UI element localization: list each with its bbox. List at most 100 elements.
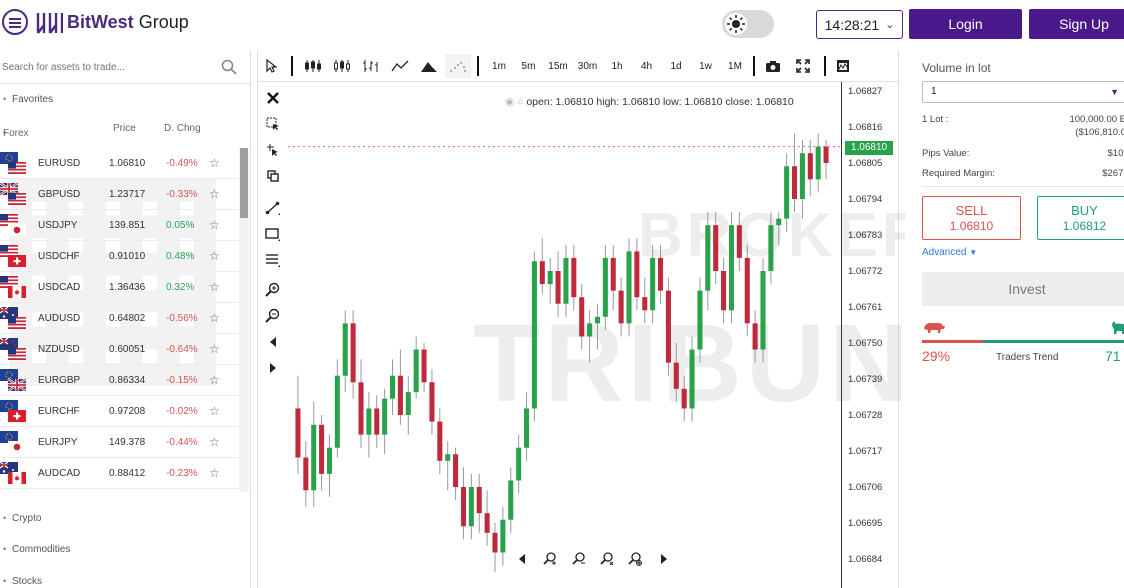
asset-row-usdchf[interactable]: USDCHF 0.91010 0.48% ☆: [0, 241, 240, 272]
copy-icon[interactable]: [260, 164, 286, 188]
candle[interactable]: [713, 212, 719, 285]
ohlc-bars-type-icon[interactable]: [358, 54, 384, 78]
search-input[interactable]: [2, 58, 212, 76]
candle[interactable]: [366, 392, 372, 458]
favorite-star-icon[interactable]: ☆: [209, 435, 220, 449]
candle[interactable]: [705, 212, 711, 311]
favorite-star-icon[interactable]: ☆: [209, 218, 220, 232]
candle[interactable]: [445, 441, 451, 491]
candle[interactable]: [823, 140, 829, 180]
sell-button[interactable]: SELL 1.06810: [922, 196, 1021, 240]
asset-row-nzdusd[interactable]: NZDUSD 0.60051 -0.64% ☆: [0, 334, 240, 365]
candle[interactable]: [303, 441, 309, 507]
candle[interactable]: [374, 395, 380, 448]
favorite-star-icon[interactable]: ☆: [209, 249, 220, 263]
candle[interactable]: [721, 257, 727, 324]
candle[interactable]: [579, 284, 585, 350]
candle[interactable]: [311, 401, 317, 507]
line-chart-type-icon[interactable]: [387, 54, 413, 78]
favorite-star-icon[interactable]: ☆: [209, 466, 220, 480]
candle[interactable]: [618, 277, 624, 337]
buy-button[interactable]: BUY 1.06812: [1037, 196, 1124, 240]
candle[interactable]: [784, 153, 790, 232]
candlestick-chart[interactable]: [258, 50, 898, 588]
zoom-select-icon[interactable]: [260, 112, 286, 136]
candle[interactable]: [681, 375, 687, 422]
candle[interactable]: [539, 238, 545, 294]
dots-chart-type-icon[interactable]: [445, 54, 471, 78]
scroll-right-icon[interactable]: [260, 356, 286, 380]
candle[interactable]: [563, 244, 569, 317]
candle[interactable]: [768, 212, 774, 285]
candle[interactable]: [342, 310, 348, 393]
scroll-left-icon[interactable]: [260, 330, 286, 354]
candle[interactable]: [508, 467, 514, 533]
eye-icon[interactable]: ◉ ○: [505, 96, 523, 108]
invest-button[interactable]: Invest: [922, 272, 1124, 306]
asset-row-usdcad[interactable]: USDCAD 1.36436 0.32% ☆: [0, 272, 240, 303]
candle[interactable]: [776, 212, 782, 245]
candle[interactable]: [610, 244, 616, 311]
group-stocks[interactable]: • Stocks: [0, 570, 248, 588]
candle[interactable]: [673, 343, 679, 402]
candle[interactable]: [382, 388, 388, 455]
camera-icon[interactable]: [761, 54, 785, 78]
candle[interactable]: [350, 310, 356, 399]
timeframe-button-1w[interactable]: 1w: [693, 54, 719, 78]
timeframe-button-5m[interactable]: 5m: [516, 54, 542, 78]
candle[interactable]: [500, 506, 506, 566]
candle[interactable]: [642, 277, 648, 324]
candle[interactable]: [421, 343, 427, 393]
candle[interactable]: [429, 369, 435, 435]
candle[interactable]: [326, 434, 332, 497]
volume-select[interactable]: 1 ▼: [922, 81, 1124, 103]
asset-row-audcad[interactable]: AUDCAD 0.88412 -0.23% ☆: [0, 458, 240, 489]
asset-row-eurjpy[interactable]: EURJPY 149.378 -0.44% ☆: [0, 427, 240, 458]
candle[interactable]: [358, 359, 364, 448]
candle[interactable]: [547, 257, 553, 304]
indicators-icon[interactable]: [832, 54, 854, 78]
candle[interactable]: [571, 244, 577, 311]
candle[interactable]: [650, 244, 656, 324]
asset-row-gbpusd[interactable]: GBPUSD 1.23717 -0.33% ☆: [0, 179, 240, 210]
candle[interactable]: [453, 447, 459, 501]
candle[interactable]: [752, 310, 758, 363]
timeframe-button-1m[interactable]: 1M: [722, 54, 748, 78]
timeframe-button-1d[interactable]: 1d: [663, 54, 689, 78]
candle[interactable]: [760, 257, 766, 363]
asset-row-eurgbp[interactable]: EURGBP 0.86334 -0.15% ☆: [0, 365, 240, 396]
favorite-star-icon[interactable]: ☆: [209, 404, 220, 418]
zoom-in-icon[interactable]: [541, 550, 559, 568]
crosshair-icon[interactable]: [260, 138, 286, 162]
candle[interactable]: [390, 359, 396, 415]
timeframe-button-1h[interactable]: 1h: [604, 54, 630, 78]
favorite-star-icon[interactable]: ☆: [209, 342, 220, 356]
candle[interactable]: [658, 244, 664, 304]
candle[interactable]: [602, 244, 608, 330]
advanced-toggle[interactable]: Advanced ▼: [922, 247, 977, 258]
candle[interactable]: [815, 133, 821, 193]
horizontal-lines-tool-icon[interactable]: [260, 248, 286, 272]
timeframe-button-4h[interactable]: 4h: [634, 54, 660, 78]
group-favorites[interactable]: • Favorites: [0, 88, 248, 110]
hamburger-menu-button[interactable]: [2, 9, 28, 35]
candle[interactable]: [476, 473, 482, 533]
rectangle-tool-icon[interactable]: [260, 222, 286, 246]
candle[interactable]: [792, 133, 798, 213]
timeframe-button-30m[interactable]: 30m: [575, 54, 601, 78]
candle[interactable]: [437, 408, 443, 474]
asset-row-eurusd[interactable]: EURUSD 1.06810 -0.49% ☆: [0, 148, 240, 179]
candle[interactable]: [799, 140, 805, 219]
group-crypto[interactable]: • Crypto: [0, 507, 248, 529]
time-selector[interactable]: 14:28:21 ⌄: [816, 10, 903, 39]
candle[interactable]: [587, 310, 593, 363]
candle[interactable]: [492, 523, 498, 573]
zoom-out-icon[interactable]: [570, 550, 588, 568]
zoom-in-icon[interactable]: [260, 278, 286, 302]
theme-toggle[interactable]: [722, 10, 774, 38]
favorite-star-icon[interactable]: ☆: [209, 373, 220, 387]
candlestick-type-icon[interactable]: [300, 54, 326, 78]
candle[interactable]: [626, 238, 632, 337]
candle[interactable]: [397, 349, 403, 425]
candle[interactable]: [531, 251, 537, 422]
